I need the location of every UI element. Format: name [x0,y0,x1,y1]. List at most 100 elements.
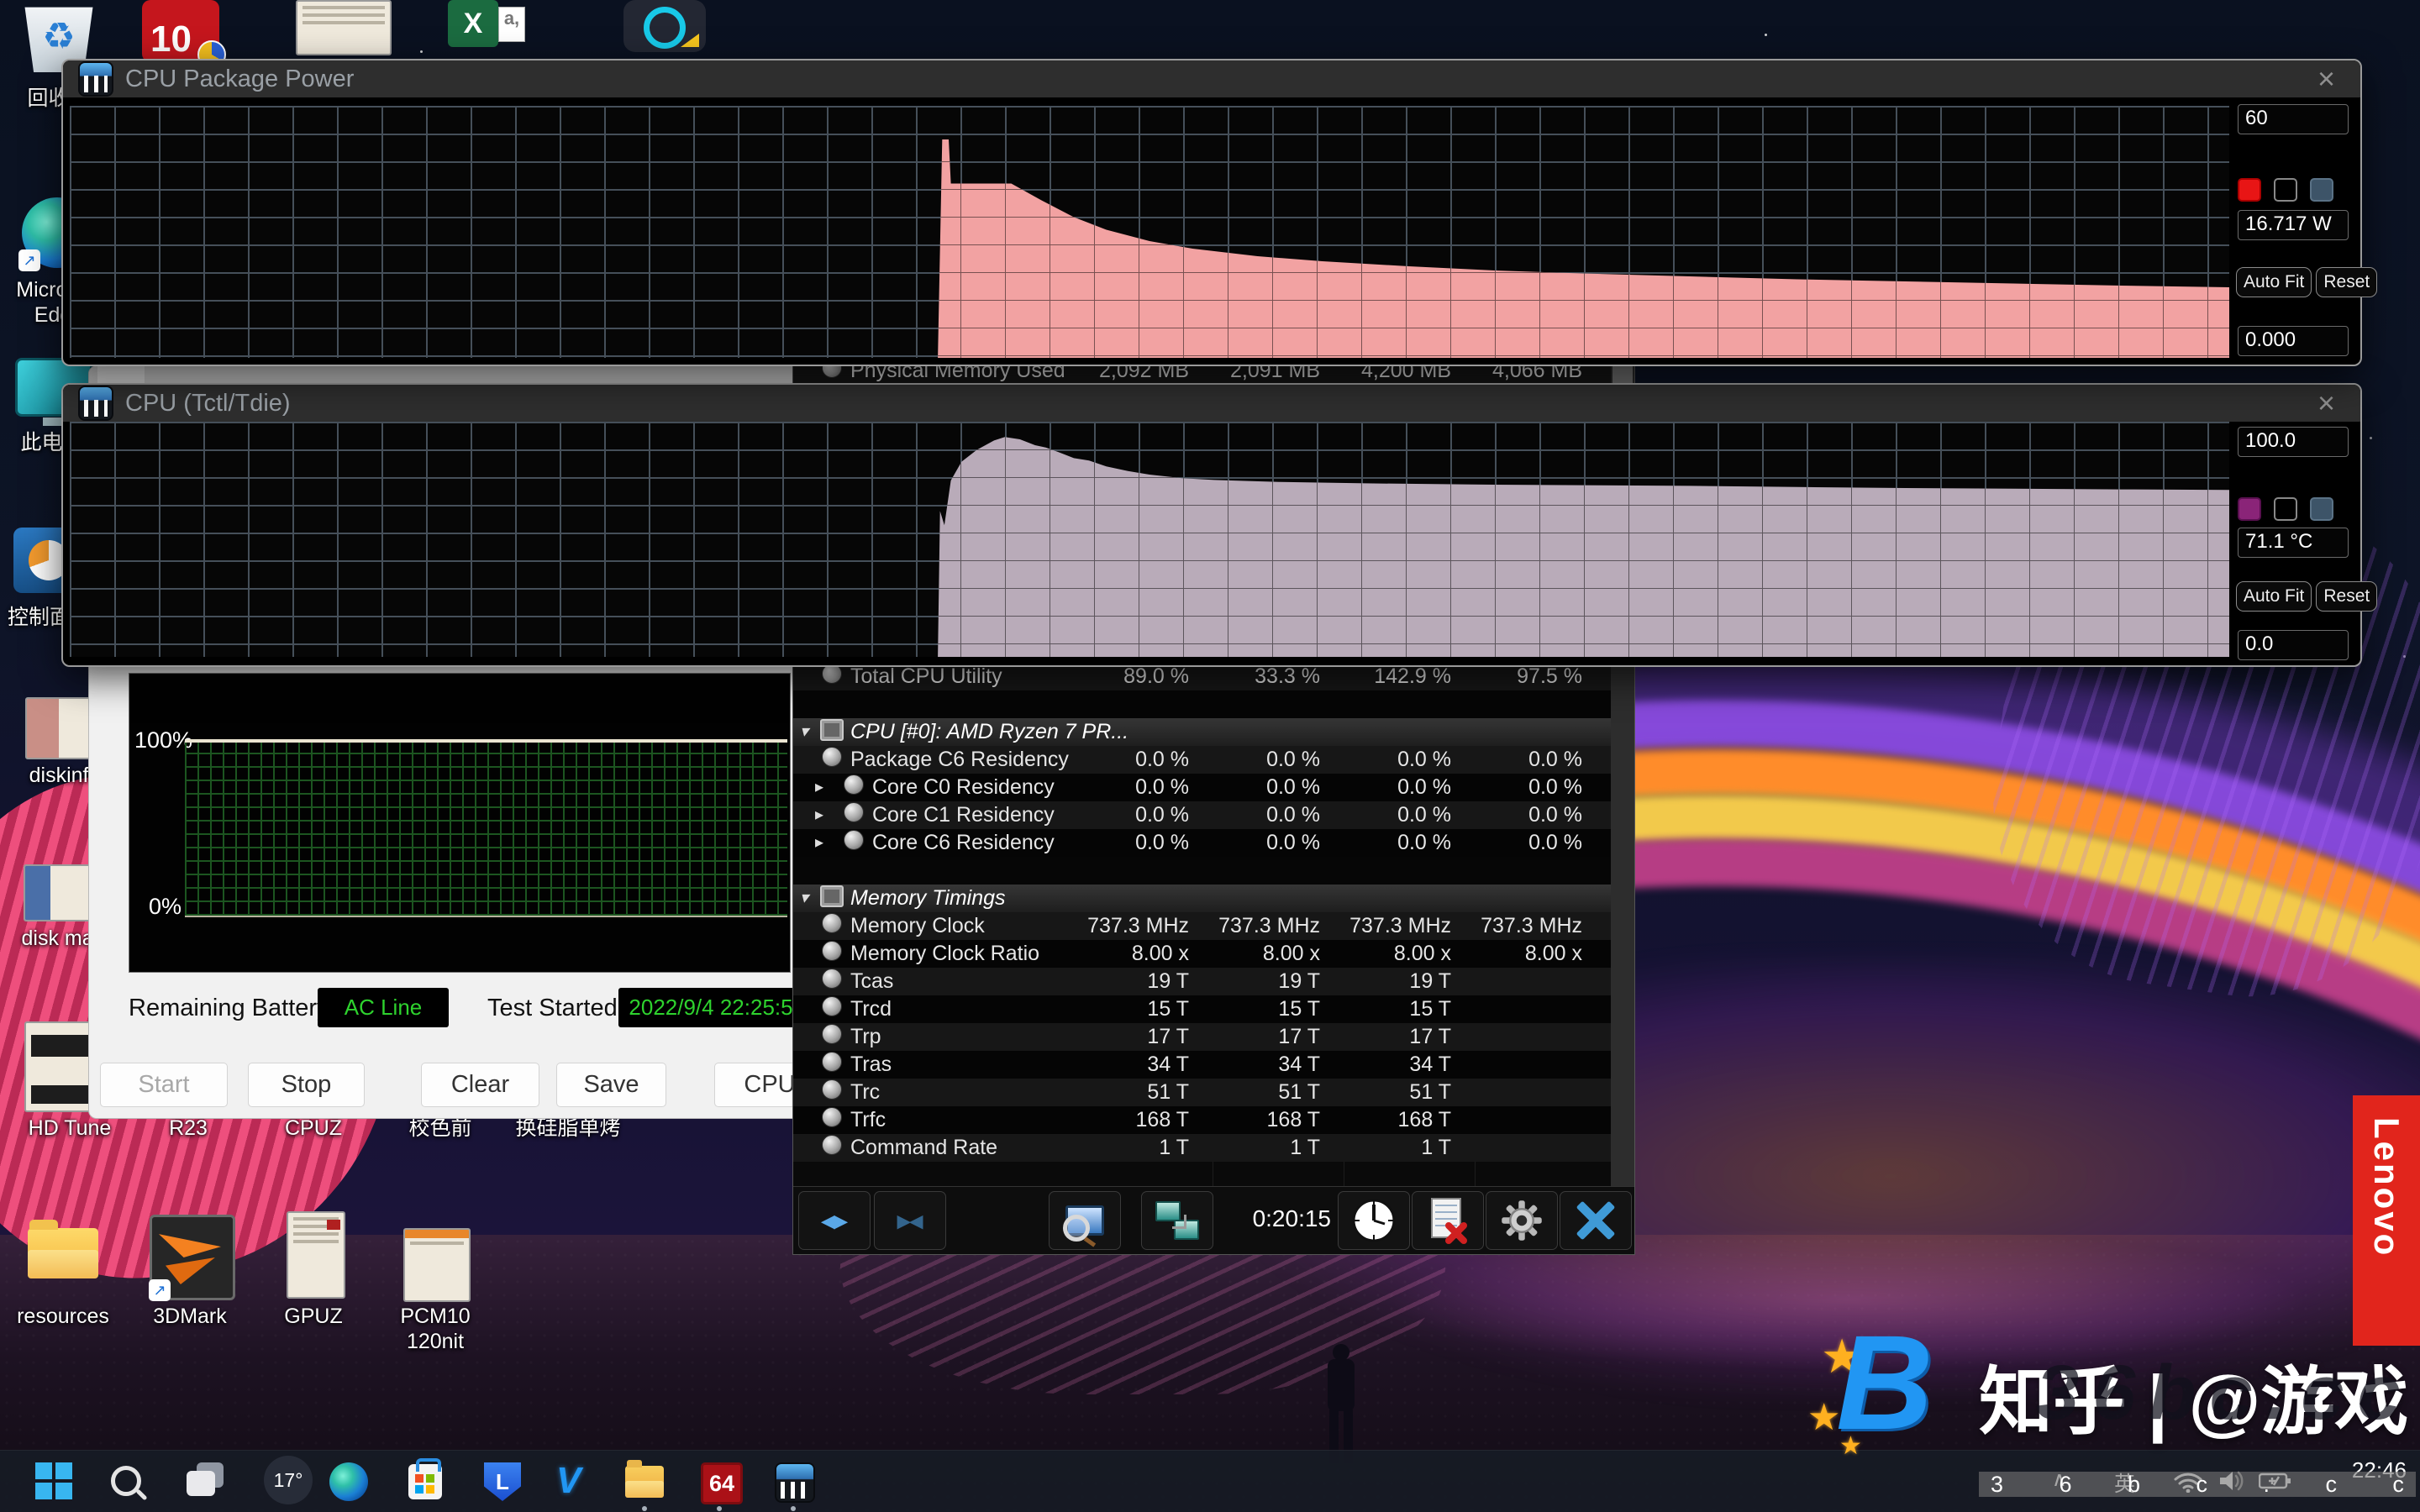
badge-64-icon: 64 [701,1462,743,1504]
series-color-swatch[interactable] [2274,497,2297,521]
taskbar-store-icon[interactable] [408,1462,442,1499]
task-view-button[interactable] [187,1462,224,1496]
sensor-label: Core C6 Residency [872,830,1055,856]
sensor-value: 0.0 % [1194,747,1320,773]
gauge-icon [822,1024,842,1044]
cpu-temp-titlebar[interactable]: CPU (Tctl/Tdie) × [63,385,2360,422]
lenovo-banner: Lenovo [2353,1095,2420,1346]
scale-max-value[interactable]: 60 [2238,104,2349,134]
sensor-row[interactable]: Tras34 T34 T34 T [793,1051,1611,1079]
sensor-row[interactable]: ▸Core C1 Residency0.0 %0.0 %0.0 %0.0 % [793,801,1611,829]
sensor-value: 0.0 % [1456,830,1582,856]
sensor-row[interactable]: Trfc168 T168 T168 T [793,1106,1611,1134]
sensor-row[interactable]: Tcas19 T19 T19 T [793,968,1611,995]
chevron-right-icon[interactable]: ▸ [815,802,823,828]
taskbar-hwinfo-icon[interactable] [775,1462,815,1503]
hwinfo-icon [78,386,113,421]
taskbar-v-app-icon[interactable]: V [556,1462,581,1499]
chevron-right-icon[interactable]: ▸ [815,774,823,801]
stop-button[interactable]: Stop [248,1063,365,1107]
sensor-value: 15 T [1325,996,1451,1022]
pcm10-icon[interactable] [403,1228,471,1302]
test-started-label: Test Started: [487,995,624,1022]
settings-button[interactable] [1486,1191,1558,1250]
benchmark-window-top-edge[interactable] [89,366,799,383]
chevron-down-icon[interactable]: ▾ [800,885,808,911]
taskbar-cpuz-icon[interactable]: 64 [701,1462,743,1504]
excel-x-glyph: X [464,8,483,40]
resources-folder-icon[interactable] [28,1228,98,1278]
series-color-swatch[interactable] [2238,497,2261,521]
cpu-power-titlebar[interactable]: CPU Package Power × [63,60,2360,97]
sensor-row[interactable]: Memory Clock Ratio8.00 x8.00 x8.00 x8.00… [793,940,1611,968]
sensor-label: Memory Clock [850,913,985,939]
clock-button[interactable] [1338,1191,1410,1250]
screenshot-shortcut-icon[interactable] [296,0,392,55]
save-button[interactable]: Save [556,1063,666,1107]
scale-min-value[interactable]: 0.000 [2238,326,2349,356]
sensor-group-header[interactable]: ▾ CPU [#0]: AMD Ryzen 7 PR... [793,718,1611,746]
color-calib-label[interactable]: 校色前 [381,1116,499,1141]
scale-min-value[interactable]: 0.0 [2238,630,2349,660]
series-color-swatch[interactable] [2274,178,2297,202]
sensor-value: 0.0 % [1456,802,1582,828]
shortcut-10-number: 10 [150,18,192,60]
r23-label[interactable]: R23 [138,1116,239,1141]
close-button[interactable]: × [2311,386,2342,420]
taskbar-explorer-icon[interactable] [625,1462,664,1498]
auto-fit-button[interactable]: Auto Fit [2236,267,2312,297]
lenovo-banner-text: Lenovo [2366,1117,2407,1257]
sensor-row[interactable]: Trcd15 T15 T15 T [793,995,1611,1023]
start-button[interactable] [35,1462,72,1499]
chevron-down-icon[interactable]: ▾ [800,719,808,745]
auto-fit-button[interactable]: Auto Fit [2236,581,2312,612]
excel-file-icon[interactable]: X a, [448,0,498,47]
sensor-row[interactable]: ▸Core C6 Residency0.0 %0.0 %0.0 %0.0 % [793,829,1611,857]
series-color-swatches [2238,178,2333,202]
series-color-swatch[interactable] [2310,497,2333,521]
sensor-group-label: CPU [#0]: AMD Ryzen 7 PR... [850,719,1128,745]
3dmark-icon[interactable]: ↗ [150,1215,235,1300]
gpuz-icon[interactable] [287,1211,345,1299]
clear-button[interactable]: Clear [421,1063,539,1107]
close-button[interactable]: × [2311,62,2342,96]
monitor-search-button[interactable] [1049,1191,1121,1250]
weather-widget[interactable]: 17° [264,1456,313,1504]
series-color-swatch[interactable] [2310,178,2333,202]
taskbar-edge-icon[interactable] [329,1462,368,1501]
network-monitors-button[interactable] [1141,1191,1213,1250]
sensor-label: Command Rate [850,1135,997,1161]
cyan-ring-app-icon[interactable] [623,0,706,52]
cpu-button[interactable]: CPU [714,1063,800,1107]
shortcut-10-icon[interactable]: 10 [142,0,219,62]
power-plot [70,106,2229,358]
sensor-row[interactable]: Command Rate1 T1 T1 T [793,1134,1611,1162]
expand-columns-button[interactable]: ◂▸ [798,1191,871,1250]
sensor-group-header[interactable]: ▾ Memory Timings [793,885,1611,912]
pcm10-label: PCM10 120nit [385,1304,486,1354]
scale-max-value[interactable]: 100.0 [2238,427,2349,457]
sensor-row[interactable]: Trc51 T51 T51 T [793,1079,1611,1106]
sensor-group-label: Memory Timings [850,885,1006,911]
collapse-columns-button[interactable]: ▸◂ [874,1191,946,1250]
search-button[interactable] [111,1462,141,1496]
series-color-swatch[interactable] [2238,178,2261,202]
taskbar-lenovo-icon[interactable]: L [484,1462,521,1501]
sensor-row[interactable]: ▸Core C0 Residency0.0 %0.0 %0.0 %0.0 % [793,774,1611,801]
window-title: CPU Package Power [125,66,354,93]
watermark-strip-char: 6 [2060,1472,2072,1498]
chevron-right-icon[interactable]: ▸ [815,830,823,856]
sensor-row[interactable]: Memory Clock737.3 MHz737.3 MHz737.3 MHz7… [793,912,1611,940]
gauge-icon [822,1107,842,1127]
cpuz-label[interactable]: CPUZ [259,1116,368,1141]
thermal-paste-label[interactable]: 换硅脂单烤 [501,1116,635,1141]
sensor-value: 0.0 % [1063,830,1189,856]
sensor-row[interactable]: Package C6 Residency0.0 %0.0 %0.0 %0.0 % [793,746,1611,774]
start-button[interactable]: Start [100,1063,228,1107]
sensor-row[interactable]: Trp17 T17 T17 T [793,1023,1611,1051]
sensor-value: 17 T [1194,1024,1320,1050]
reset-button[interactable]: Reset [2316,581,2377,612]
reset-button[interactable]: Reset [2316,267,2377,297]
report-remove-button[interactable] [1412,1191,1484,1250]
close-sensors-button[interactable] [1560,1191,1632,1250]
